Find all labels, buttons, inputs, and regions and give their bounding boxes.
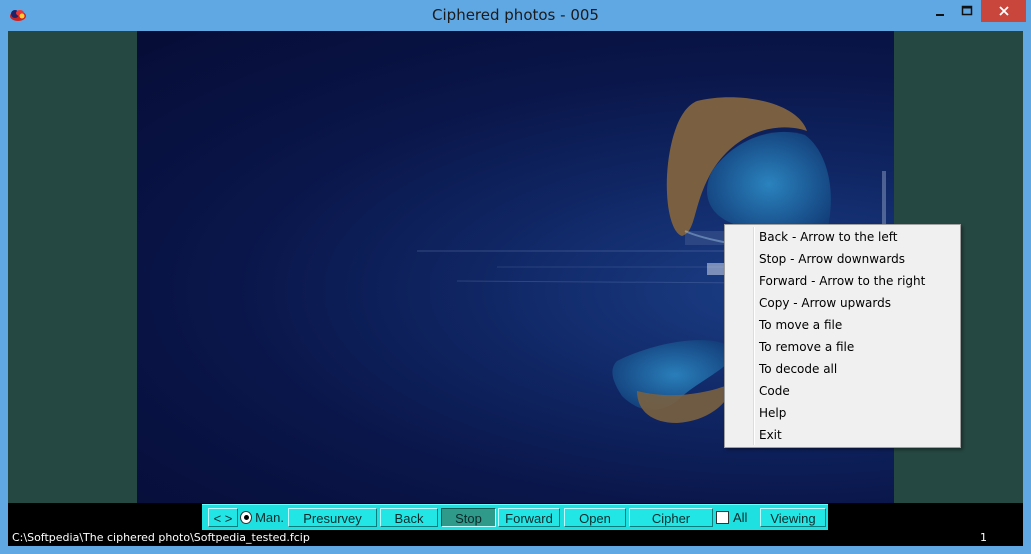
toolbar: < > Man. Presurvey Back Stop Forward Ope…	[202, 504, 828, 530]
window-title: Ciphered photos - 005	[432, 6, 599, 24]
menu-item-help[interactable]: Help	[759, 402, 786, 424]
all-label: All	[733, 510, 748, 525]
menu-item-back[interactable]: Back - Arrow to the left	[759, 226, 897, 248]
forward-button[interactable]: Forward	[498, 508, 560, 527]
all-checkbox[interactable]: All	[716, 508, 756, 527]
menu-item-code[interactable]: Code	[759, 380, 790, 402]
nav-arrows-button[interactable]: < >	[208, 508, 238, 527]
close-icon	[998, 6, 1009, 16]
app-window: Ciphered photos - 005 < > Man. Presurvey…	[0, 0, 1031, 554]
menu-item-move-file[interactable]: To move a file	[759, 314, 842, 336]
close-button[interactable]	[981, 0, 1026, 22]
menu-item-remove-file[interactable]: To remove a file	[759, 336, 854, 358]
maximize-button[interactable]	[954, 0, 980, 22]
status-bar: C:\Softpedia\The ciphered photo\Softpedi…	[8, 530, 1023, 546]
open-button[interactable]: Open	[564, 508, 626, 527]
menu-item-copy[interactable]: Copy - Arrow upwards	[759, 292, 891, 314]
manual-label: Man.	[255, 510, 284, 525]
status-count: 1	[980, 531, 987, 544]
presurvey-button[interactable]: Presurvey	[288, 508, 377, 527]
radio-indicator[interactable]	[240, 511, 253, 524]
minimize-icon	[936, 14, 944, 16]
cipher-button[interactable]: Cipher	[629, 508, 713, 527]
title-bar[interactable]: Ciphered photos - 005	[0, 0, 1031, 30]
maximize-icon	[961, 5, 973, 16]
status-file-path: C:\Softpedia\The ciphered photo\Softpedi…	[12, 531, 310, 544]
minimize-button[interactable]	[926, 0, 954, 22]
manual-radio[interactable]: Man.	[240, 508, 284, 527]
menu-item-exit[interactable]: Exit	[759, 424, 782, 446]
menu-item-stop[interactable]: Stop - Arrow downwards	[759, 248, 905, 270]
menu-gutter-divider	[753, 227, 755, 445]
context-menu: Back - Arrow to the left Stop - Arrow do…	[724, 224, 961, 448]
stop-button[interactable]: Stop	[441, 508, 496, 527]
back-button[interactable]: Back	[380, 508, 438, 527]
menu-item-decode-all[interactable]: To decode all	[759, 358, 837, 380]
viewing-button[interactable]: Viewing	[760, 508, 826, 527]
menu-item-forward[interactable]: Forward - Arrow to the right	[759, 270, 925, 292]
checkbox-box[interactable]	[716, 511, 729, 524]
